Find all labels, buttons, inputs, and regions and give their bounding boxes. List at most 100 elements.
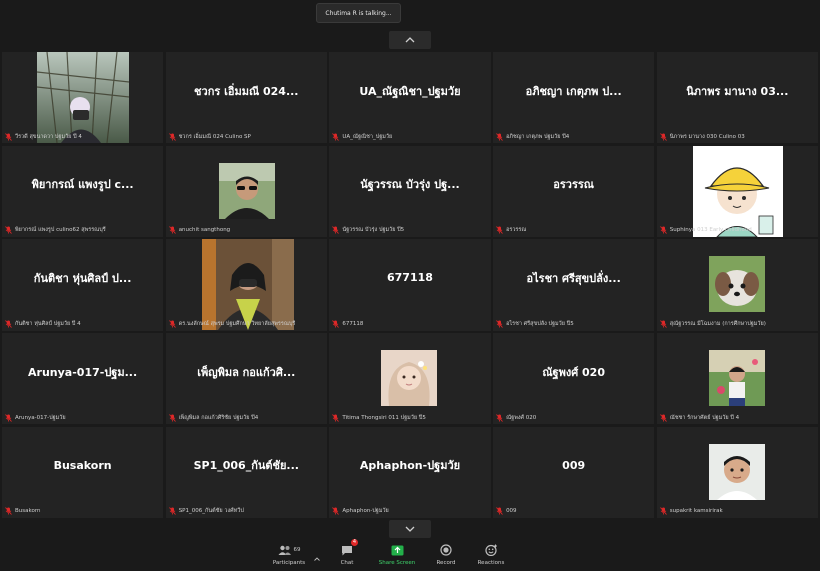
participants-options-caret[interactable] xyxy=(314,546,320,565)
mic-muted-icon xyxy=(496,132,503,141)
participant-tile[interactable]: ชวกร เอิ่มมณี 024... ชวกร เอิ่มมณี 024 Cu… xyxy=(165,52,327,144)
participant-name-text: supakrit kamsirirak xyxy=(669,508,723,515)
mic-muted-icon xyxy=(659,226,667,235)
participant-tile[interactable]: อรวรรณ อรวรรณ xyxy=(493,145,655,237)
participant-name-label: UA_ณัฐณิชา_ปฐมวัย xyxy=(332,132,392,141)
participant-name-label: supakrit kamsirirak xyxy=(659,507,723,516)
participant-tile[interactable]: ณัฐพงศ์ 020 ณัฐพงศ์ 020 xyxy=(493,333,655,425)
meeting-toolbar: 69 Participants 4 Chat Share Screen Reco… xyxy=(0,539,820,571)
record-label: Record xyxy=(436,560,456,566)
participant-tile[interactable]: วีรวดี สุขนาดวา ปฐมวัย ปี 4 xyxy=(2,52,164,144)
participant-video xyxy=(36,52,130,144)
chat-label: Chat xyxy=(340,560,354,566)
mic-muted-icon xyxy=(659,132,667,141)
participant-name-label: Titima Thongsiri 011 ปฐมวัย ปี5 xyxy=(332,413,426,422)
talking-indicator: Chutima R is talking... xyxy=(316,3,401,23)
scroll-up-button[interactable] xyxy=(389,31,431,49)
mic-muted-icon xyxy=(5,226,12,235)
participant-tile[interactable]: SP1_006_กันต์ชัย... SP1_006_กันต์ชัย วงศ์… xyxy=(165,426,327,518)
chat-icon xyxy=(342,545,352,555)
share-screen-label: Share Screen xyxy=(378,560,416,566)
participant-tile[interactable]: เพ็ญพิมล กอแก้วศิ... เพ็ญพิมล กอแก้วศิริช… xyxy=(165,333,327,425)
participant-display-name: เพ็ญพิมล กอแก้วศิ... xyxy=(197,365,296,379)
participant-tile[interactable]: ดร.นงลักษณ์ สุพรม ปฐมศึกษา วิทยาลัยสุพรร… xyxy=(165,239,327,331)
participant-tile[interactable]: UA_ณัฐณิชา_ปฐมวัย UA_ณัฐณิชา_ปฐมวัย xyxy=(329,52,491,144)
participant-name-text: วีรวดี สุขนาดวา ปฐมวัย ปี 4 xyxy=(15,133,82,140)
participant-display-name: อไรชา ศรีสุขปลั่ง... xyxy=(526,271,621,285)
participant-name-text: Arunya-017-ปฐมวัย xyxy=(15,414,66,421)
participant-name-text: ชวกร เอิ่มมณี 024 Culino SP xyxy=(178,133,251,140)
record-button[interactable]: Record xyxy=(421,542,471,566)
zoom-meeting-window: Chutima R is talking... วีรวดี สุขนาดวา … xyxy=(0,0,820,571)
chevron-down-icon xyxy=(405,526,415,532)
participant-name-text: เพ็ญพิมล กอแก้วศิริชัย ปฐมวัย ปี4 xyxy=(178,414,259,421)
mic-muted-icon xyxy=(168,226,176,235)
participant-tile[interactable]: Titima Thongsiri 011 ปฐมวัย ปี5 xyxy=(329,333,491,425)
mic-muted-icon xyxy=(659,413,667,422)
reactions-label: Reactions xyxy=(477,560,505,566)
participant-tile[interactable]: Suphinya 013 Early childhood xyxy=(656,145,818,237)
participant-tile[interactable]: นิภาพร มานาง 03... นิภาพร มานาง 030 Culin… xyxy=(656,52,818,144)
participant-tile[interactable]: Aphaphon-ปฐมวัย Aphaphon-ปฐมวัย xyxy=(329,426,491,518)
participant-name-text: อรวรรณ xyxy=(506,227,527,234)
participant-tile[interactable]: พิยากรณ์ แพงรูป c... พิยากรณ์ แพงรูป culi… xyxy=(2,145,164,237)
mic-muted-icon xyxy=(5,320,12,328)
participant-tile[interactable]: Arunya-017-ปฐม... Arunya-017-ปฐมวัย xyxy=(2,333,164,425)
participant-display-name: อรวรรณ xyxy=(553,178,595,192)
participant-name-text: สุณัฐวรรณ มีโฉมงาม (การศึกษาปฐมวัย) xyxy=(669,321,766,328)
participant-tile[interactable]: กันติชา หุ่นศิลป์ ป... กันติชา หุ่นศิลป์ … xyxy=(2,239,164,331)
participant-tile[interactable]: supakrit kamsirirak xyxy=(656,426,818,518)
talking-indicator-text: Chutima R is talking... xyxy=(325,9,392,17)
participant-name-label: อรวรรณ xyxy=(496,226,526,235)
participant-name-text: พิยากรณ์ แพงรูป culino62 สุพรรณบุรี xyxy=(15,227,106,234)
participants-button[interactable]: 69 Participants xyxy=(264,542,314,566)
participant-video xyxy=(218,146,275,223)
participant-tile[interactable]: 677118 677118 xyxy=(329,239,491,331)
participant-tile[interactable]: Busakorn Busakorn xyxy=(2,426,164,518)
participant-name-text: Suphinya 013 Early childhood xyxy=(669,227,752,234)
participant-tile[interactable]: นัฐวรรณ บัวรุ่ง ปฐ... นัฐวรรณ บัวรุ่ง ปฐม… xyxy=(329,145,491,237)
share-screen-button[interactable]: Share Screen xyxy=(372,542,422,566)
participant-display-name: นัฐวรรณ บัวรุ่ง ปฐ... xyxy=(360,178,460,192)
participant-video xyxy=(692,145,783,237)
reactions-icon xyxy=(484,544,497,556)
participant-display-name: Aphaphon-ปฐมวัย xyxy=(359,459,461,473)
participants-count: 69 xyxy=(293,547,301,553)
participant-tile[interactable]: สุณัฐวรรณ มีโฉมงาม (การศึกษาปฐมวัย) xyxy=(656,239,818,331)
participant-name-label: SP1_006_กันต์ชัย วงศ์ทวีป xyxy=(168,507,244,516)
participant-display-name: Busakorn xyxy=(53,458,112,472)
participant-name-text: อภิชญา เกตุภพ ปฐมวัย ปี4 xyxy=(506,133,570,140)
participant-display-name: นิภาพร มานาง 03... xyxy=(686,84,789,98)
reactions-button[interactable]: Reactions xyxy=(466,542,516,566)
mic-muted-icon xyxy=(659,320,667,328)
participant-video xyxy=(381,333,438,410)
participant-gallery: วีรวดี สุขนาดวา ปฐมวัย ปี 4 ชวกร เอิ่มมณี… xyxy=(2,52,818,518)
participants-icon xyxy=(278,545,291,555)
participant-name-label: anuchit sangthong xyxy=(168,226,230,235)
participant-name-label: ณัฐพงศ์ 020 xyxy=(496,413,536,422)
scroll-down-button[interactable] xyxy=(389,520,431,538)
participant-video xyxy=(708,239,765,316)
mic-muted-icon xyxy=(332,132,340,141)
participant-tile[interactable]: anuchit sangthong xyxy=(165,145,327,237)
caret-up-icon xyxy=(314,557,320,561)
mic-muted-icon xyxy=(496,507,503,516)
participant-video xyxy=(201,239,294,331)
participant-name-text: ณัชชา รักษาศัตย์ ปฐมวัย ปี 4 xyxy=(669,414,740,421)
participant-tile[interactable]: 009 009 xyxy=(493,426,655,518)
participant-tile[interactable]: ณัชชา รักษาศัตย์ ปฐมวัย ปี 4 xyxy=(656,333,818,425)
participant-display-name: 677118 xyxy=(387,271,433,285)
participant-display-name: ณัฐพงศ์ 020 xyxy=(542,365,605,379)
participant-name-label: พิยากรณ์ แพงรูป culino62 สุพรรณบุรี xyxy=(5,226,106,235)
participant-name-label: กันติชา หุ่นศิลป์ ปฐมวัย ปี 4 xyxy=(5,320,81,329)
chevron-up-icon xyxy=(405,37,415,43)
participant-name-label: อไรชา ศรีสุขปลั่ง ปฐมวัย ปี5 xyxy=(496,320,574,329)
chat-button[interactable]: 4 Chat xyxy=(322,539,372,566)
mic-muted-icon xyxy=(496,320,503,328)
participant-tile[interactable]: อไรชา ศรีสุขปลั่ง... อไรชา ศรีสุขปลั่ง ปฐ… xyxy=(493,239,655,331)
share-screen-icon xyxy=(391,545,403,555)
participant-video xyxy=(708,427,765,504)
participant-tile[interactable]: อภิชญา เกตุภพ ป... อภิชญา เกตุภพ ปฐมวัย ป… xyxy=(493,52,655,144)
participant-name-text: Titima Thongsiri 011 ปฐมวัย ปี5 xyxy=(342,414,426,421)
mic-muted-icon xyxy=(332,413,340,422)
